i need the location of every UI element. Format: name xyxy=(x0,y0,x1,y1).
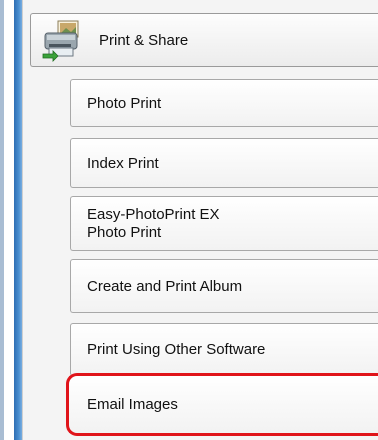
email-images-label: Email Images xyxy=(87,396,178,413)
index-print-button[interactable]: Index Print xyxy=(70,138,378,188)
print-and-share-header[interactable]: Print & Share xyxy=(30,13,378,67)
index-print-label: Index Print xyxy=(87,154,159,172)
create-album-label: Create and Print Album xyxy=(87,277,243,295)
create-and-print-album-button[interactable]: Create and Print Album xyxy=(70,259,378,313)
easy-photoprint-photo-print-button[interactable]: Easy-PhotoPrint EX Photo Print xyxy=(70,196,378,251)
print-using-other-software-button[interactable]: Print Using Other Software xyxy=(70,323,378,376)
print-other-software-label: Print Using Other Software xyxy=(87,341,266,358)
easy-photoprint-label-line1: Easy-PhotoPrint EX xyxy=(87,205,220,223)
window-edge xyxy=(0,0,4,440)
photo-print-button[interactable]: Photo Print xyxy=(70,79,378,127)
email-images-button[interactable]: Email Images xyxy=(66,373,378,436)
printer-share-icon xyxy=(41,18,85,62)
header-label: Print & Share xyxy=(99,31,189,49)
blue-side-strip xyxy=(14,0,22,440)
photo-print-label: Photo Print xyxy=(87,94,162,112)
easy-photoprint-label-line2: Photo Print xyxy=(87,223,162,241)
